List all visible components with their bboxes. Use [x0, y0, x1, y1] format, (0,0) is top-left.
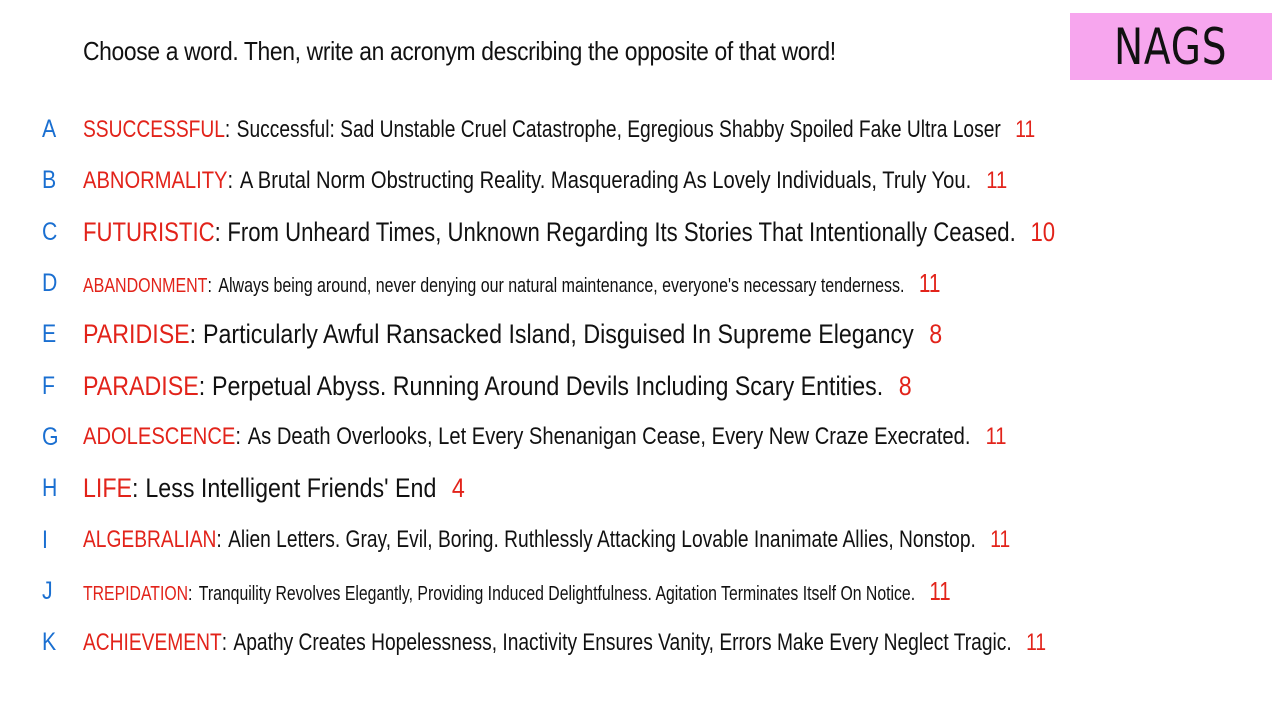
entry-row: E PARIDISE: Particularly Awful Ransacked…	[0, 309, 1280, 360]
entry-score: 11	[918, 268, 941, 299]
entry-line: LIFE: Less Intelligent Friends' End 4	[83, 473, 465, 504]
entry-colon: :	[188, 582, 193, 605]
entry-letter: G	[42, 422, 59, 451]
entry-word: ABNORMALITY	[83, 166, 228, 194]
entry-score: 11	[986, 166, 1008, 194]
entry-acronym: Successful: Sad Unstable Cruel Catastrop…	[236, 115, 1001, 143]
entry-row: I ALGEBRALIAN: Alien Letters. Gray, Evil…	[0, 514, 1280, 565]
entry-acronym: Tranquility Revolves Elegantly, Providin…	[198, 582, 916, 605]
entry-letter: E	[42, 320, 57, 349]
entry-letter: D	[42, 269, 58, 298]
entry-line: ABNORMALITY: A Brutal Norm Obstructing R…	[83, 167, 1007, 195]
entry-score: 11	[985, 423, 1007, 451]
entry-letter: F	[42, 371, 55, 400]
entry-letter: H	[42, 474, 58, 503]
entry-score: 11	[1026, 628, 1047, 656]
entry-score: 10	[1030, 216, 1056, 247]
entry-row: K ACHIEVEMENT: Apathy Creates Hopelessne…	[0, 617, 1280, 668]
entry-letter: A	[42, 115, 57, 144]
entry-row: G ADOLESCENCE: As Death Overlooks, Let E…	[0, 412, 1280, 463]
entry-line: FUTURISTIC: From Unheard Times, Unknown …	[83, 217, 1055, 248]
entry-row: B ABNORMALITY: A Brutal Norm Obstructing…	[0, 155, 1280, 206]
entry-row: J TREPIDATION: Tranquility Revolves Eleg…	[0, 566, 1280, 617]
entry-score: 8	[898, 370, 912, 401]
entry-row: C FUTURISTIC: From Unheard Times, Unknow…	[0, 207, 1280, 258]
entry-colon: :	[216, 526, 222, 554]
entry-letter: I	[42, 525, 48, 554]
entry-word: ABANDONMENT	[83, 275, 208, 298]
entry-colon: :	[198, 370, 206, 401]
entry-colon: :	[189, 319, 197, 350]
entry-colon: :	[227, 166, 234, 194]
entry-acronym: Perpetual Abyss. Running Around Devils I…	[212, 370, 884, 401]
entry-acronym: As Death Overlooks, Let Every Shenanigan…	[247, 423, 971, 451]
entry-word: SSUCCESSFUL	[83, 115, 225, 143]
entry-line: PARIDISE: Particularly Awful Ransacked I…	[83, 319, 942, 350]
entry-colon: :	[235, 423, 241, 451]
entry-row: H LIFE: Less Intelligent Friends' End 4	[0, 463, 1280, 514]
entry-letter: B	[42, 166, 57, 195]
entry-word: PARADISE	[83, 370, 199, 401]
entry-letter: C	[42, 217, 58, 246]
entry-row: D ABANDONMENT: Always being around, neve…	[0, 258, 1280, 309]
entry-colon: :	[207, 275, 212, 298]
entry-acronym: Less Intelligent Friends' End	[145, 473, 437, 504]
entry-word: PARIDISE	[83, 319, 190, 350]
entry-word: TREPIDATION	[83, 582, 189, 605]
entry-acronym: Always being around, never denying our n…	[218, 275, 905, 298]
entry-acronym: Apathy Creates Hopelessness, Inactivity …	[233, 628, 1012, 656]
slide: Choose a word. Then, write an acronym de…	[0, 0, 1280, 720]
entry-score: 11	[929, 575, 951, 606]
entry-score: 8	[929, 319, 943, 350]
nags-tag-label: NAGS	[1114, 17, 1228, 76]
entry-colon: :	[221, 628, 228, 656]
entry-line: ADOLESCENCE: As Death Overlooks, Let Eve…	[83, 423, 1007, 451]
entry-line: PARADISE: Perpetual Abyss. Running Aroun…	[83, 371, 912, 402]
entry-score: 11	[1015, 115, 1036, 143]
entry-line: TREPIDATION: Tranquility Revolves Elegan…	[83, 576, 951, 607]
entry-row: F PARADISE: Perpetual Abyss. Running Aro…	[0, 360, 1280, 411]
entry-word: ADOLESCENCE	[83, 423, 236, 451]
entry-word: LIFE	[83, 473, 133, 504]
entry-colon: :	[132, 473, 139, 504]
entry-letter: J	[42, 576, 53, 605]
entry-acronym: A Brutal Norm Obstructing Reality. Masqu…	[239, 166, 972, 194]
entry-line: ALGEBRALIAN: Alien Letters. Gray, Evil, …	[83, 526, 1010, 554]
entry-acronym: Particularly Awful Ransacked Island, Dis…	[203, 319, 914, 350]
entry-line: ACHIEVEMENT: Apathy Creates Hopelessness…	[83, 629, 1046, 657]
entry-line: SSUCCESSFUL: Successful: Sad Unstable Cr…	[83, 116, 1035, 144]
entry-word: FUTURISTIC	[83, 216, 215, 247]
entry-letter: K	[42, 628, 57, 657]
entry-line: ABANDONMENT: Always being around, never …	[83, 268, 940, 299]
entry-colon: :	[214, 216, 221, 247]
entry-word: ALGEBRALIAN	[83, 526, 217, 554]
entry-row: A SSUCCESSFUL: Successful: Sad Unstable …	[0, 104, 1280, 155]
entry-acronym: Alien Letters. Gray, Evil, Boring. Ruthl…	[228, 526, 976, 554]
instruction-text: Choose a word. Then, write an acronym de…	[83, 36, 836, 66]
entry-score: 11	[990, 526, 1011, 554]
nags-tag: NAGS	[1070, 13, 1272, 80]
entry-score: 4	[451, 473, 465, 504]
entry-word: ACHIEVEMENT	[83, 628, 222, 656]
entry-acronym: From Unheard Times, Unknown Regarding It…	[227, 216, 1016, 247]
entry-colon: :	[224, 115, 231, 143]
entry-list: A SSUCCESSFUL: Successful: Sad Unstable …	[0, 104, 1280, 668]
